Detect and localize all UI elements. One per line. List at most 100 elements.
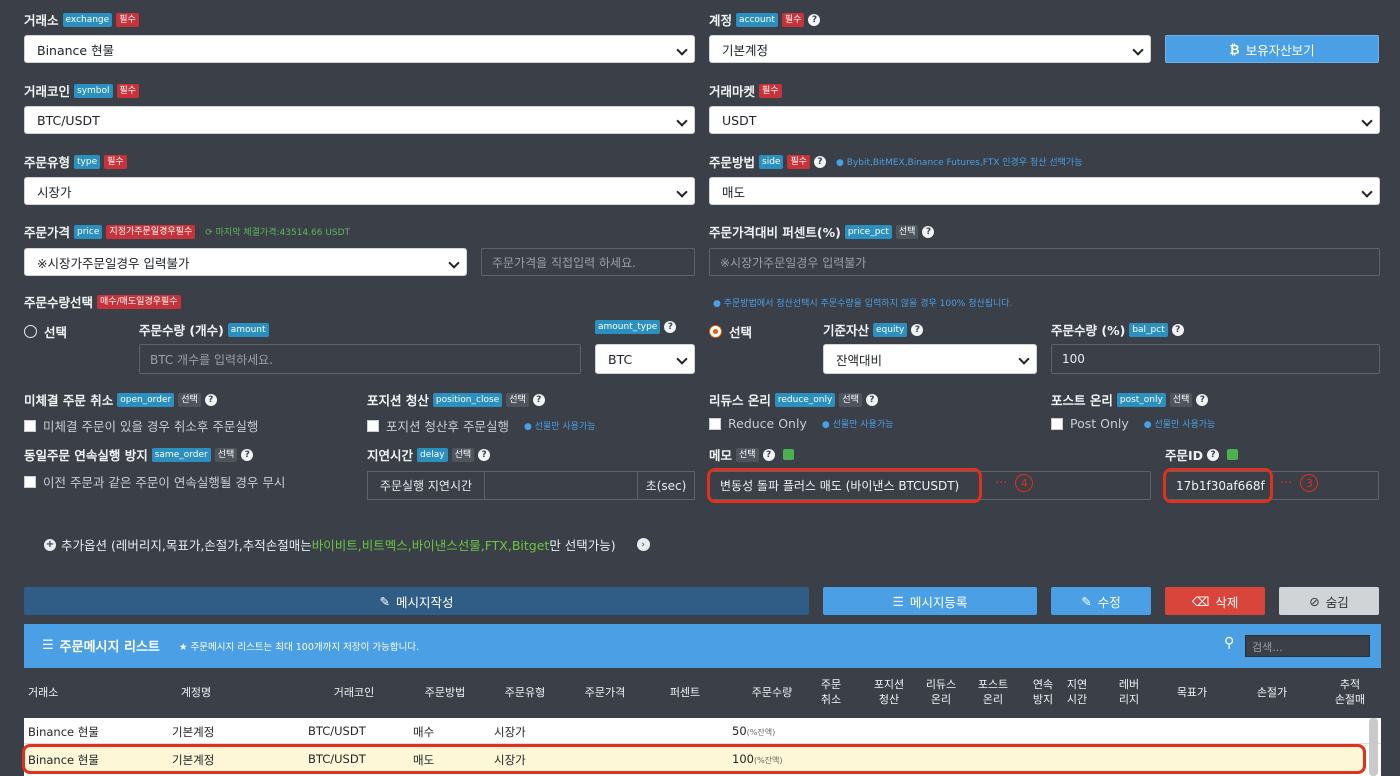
delete-button[interactable]: ⌫ 삭제 <box>1165 587 1265 615</box>
bal-pct-label: 주문수량 (%) bal_pct? <box>1051 320 1184 339</box>
table-row[interactable]: Binance 현물 기본계정 BTC/USDT 매수 시장가 50(%잔액) <box>24 718 1381 744</box>
cell-type: 시장가 <box>494 725 526 739</box>
write-message-button[interactable]: ✎ 메시지작성 <box>24 587 809 615</box>
column-header[interactable]: 목표가 <box>1162 685 1222 700</box>
help-icon: ? <box>865 393 878 406</box>
memo-annotation: ··· 4 <box>995 474 1034 492</box>
column-header[interactable]: 포스트 온리 <box>976 677 1010 707</box>
bal-pct-input[interactable]: 100 <box>1051 344 1380 374</box>
cell-symbol: BTC/USDT <box>308 724 366 738</box>
equity-select[interactable]: 잔액대비 <box>823 344 1037 374</box>
open-order-checkbox[interactable]: 미체결 주문이 있을 경우 취소후 주문실행 <box>24 416 258 435</box>
reduce-only-checkbox[interactable]: Reduce Only ● 선물만 사용가능 <box>709 416 893 431</box>
cell-qty: 50(%잔액) <box>732 724 776 738</box>
search-input[interactable]: 검색... <box>1245 635 1370 657</box>
market-select[interactable]: USDT <box>709 106 1380 134</box>
amount-input[interactable]: BTC 개수를 입력하세요. <box>139 344 581 374</box>
help-icon: ? <box>1171 323 1184 336</box>
help-icon: ? <box>204 393 217 406</box>
help-icon: ? <box>664 321 677 333</box>
column-header[interactable]: 추적 손절매 <box>1320 677 1380 707</box>
info-icon: ● <box>713 299 721 309</box>
symbol-label: 거래코인 symbol 필수 <box>24 81 140 100</box>
column-header[interactable]: 주문가격 <box>570 685 640 700</box>
help-icon: ? <box>1196 393 1209 406</box>
qty-info: ● 주문방법에서 청산선택시 주문수량을 입력하지 않을 경우 100% 청산됩… <box>713 299 1013 309</box>
search-icon[interactable]: ⚲ <box>1224 635 1234 651</box>
column-header[interactable]: 레버 리지 <box>1114 677 1144 707</box>
eraser-icon: ⌫ <box>1191 593 1210 609</box>
delay-label: 지연시간 delay 선택? <box>367 445 491 464</box>
register-message-button[interactable]: ☰ 메시지등록 <box>823 587 1037 615</box>
list-icon: ☰ <box>892 593 904 609</box>
amount-type-select[interactable]: BTC <box>595 344 695 374</box>
exchange-select[interactable]: Binance 현물 <box>24 35 695 63</box>
price-select[interactable]: ※시장가주문일경우 입력불가 <box>24 248 467 276</box>
help-icon: ? <box>478 448 491 461</box>
copy-icon <box>1227 449 1239 460</box>
same-order-checkbox[interactable]: 이전 주문과 같은 주문이 연속실행될 경우 무시 <box>24 472 285 491</box>
help-icon: ? <box>1207 448 1220 461</box>
position-close-label: 포지션 청산 position_close 선택? <box>367 390 545 409</box>
position-close-checkbox[interactable]: 포지션 청산후 주문실행 ● 선물만 사용가능 <box>367 416 596 435</box>
same-order-label: 동일주문 연속실행 방지 same_order 선택? <box>24 445 254 464</box>
memo-label: 메모 선택? <box>709 445 794 464</box>
price-input[interactable]: 주문가격을 직접입력 하세요. <box>481 248 695 276</box>
delay-prefix: 주문실행 지연시간 <box>368 472 485 499</box>
account-select[interactable]: 기본계정 <box>709 35 1151 63</box>
post-only-checkbox[interactable]: Post Only ● 선물만 사용가능 <box>1051 416 1215 431</box>
chevron-right-icon: › <box>636 538 650 551</box>
scrollbar[interactable] <box>1369 718 1378 776</box>
bitcoin-icon: ₿ <box>1229 41 1240 57</box>
column-header[interactable]: 포지션 청산 <box>872 677 906 707</box>
list-title: ☰ 주문메시지 리스트 <box>42 638 160 655</box>
column-header[interactable]: 연속 방지 <box>1030 677 1056 707</box>
cell-side: 매수 <box>413 725 435 739</box>
column-header[interactable]: 주문 취소 <box>819 677 843 707</box>
column-header[interactable]: 계정명 <box>146 685 246 700</box>
list-icon: ☰ <box>42 638 54 653</box>
equity-label: 기준자산 equity? <box>823 320 924 339</box>
column-header[interactable]: 거래코인 <box>304 685 404 700</box>
cell-account: 기본계정 <box>172 725 215 739</box>
column-header[interactable]: 주문유형 <box>490 685 560 700</box>
column-header[interactable]: 손절가 <box>1242 685 1302 700</box>
column-header[interactable]: 지연 시간 <box>1064 677 1090 707</box>
account-label: 계정 account 필수? <box>709 10 821 29</box>
copy-icon <box>782 449 794 460</box>
price-pct-input[interactable]: ※시장가주문일경우 입력불가 <box>709 248 1380 276</box>
refresh-icon: ⟳ <box>205 228 213 238</box>
amount-label: 주문수량 (개수) amount <box>139 320 269 339</box>
open-order-label: 미체결 주문 취소 open_order 선택? <box>24 390 217 409</box>
help-icon: ? <box>814 155 827 168</box>
extra-options-toggle[interactable]: + 추가옵션 (레버리지,목표가,손절가,추적손절매는 바이비트,비트멕스,바이… <box>44 535 650 554</box>
edit-button[interactable]: ✎ 수정 <box>1051 587 1151 615</box>
delay-input[interactable] <box>485 472 637 499</box>
side-select[interactable]: 매도 <box>709 177 1380 205</box>
column-header[interactable]: 주문수량 <box>732 685 812 700</box>
column-header[interactable]: 주문방법 <box>410 685 480 700</box>
delay-suffix: 초(sec) <box>637 472 694 499</box>
amount-type-label: amount_type? <box>595 320 677 334</box>
delay-group: 주문실행 지연시간 초(sec) <box>367 471 695 500</box>
help-icon: ? <box>762 448 775 461</box>
exchange-label: 거래소 exchange 필수 <box>24 10 139 29</box>
info-icon: ● <box>821 420 830 430</box>
view-assets-button[interactable]: ₿ 보유자산보기 <box>1165 35 1379 63</box>
type-select[interactable]: 시장가 <box>24 177 695 205</box>
symbol-select[interactable]: BTC/USDT <box>24 106 695 134</box>
list-note: ★ 주문메시지 리스트는 최대 100개까지 저장이 가능합니다. <box>179 642 420 653</box>
qty-select-label: 주문수량선택 매수/매도일경우필수 <box>24 292 181 311</box>
column-header[interactable]: 리듀스 온리 <box>924 677 958 707</box>
hide-button[interactable]: ⊘ 숨김 <box>1279 587 1379 615</box>
cell-exchange: Binance 현물 <box>28 725 99 739</box>
equity-radio[interactable]: 선택 <box>709 322 752 341</box>
amount-radio[interactable]: 선택 <box>24 322 67 341</box>
market-label: 거래마켓 필수 <box>709 81 782 100</box>
column-header[interactable]: 퍼센트 <box>650 685 720 700</box>
memo-highlight <box>707 468 982 503</box>
help-icon: ? <box>532 393 545 406</box>
order-id-annotation: ··· 3 <box>1280 474 1319 492</box>
help-icon: ? <box>911 323 924 336</box>
column-header[interactable]: 거래소 <box>28 685 138 700</box>
